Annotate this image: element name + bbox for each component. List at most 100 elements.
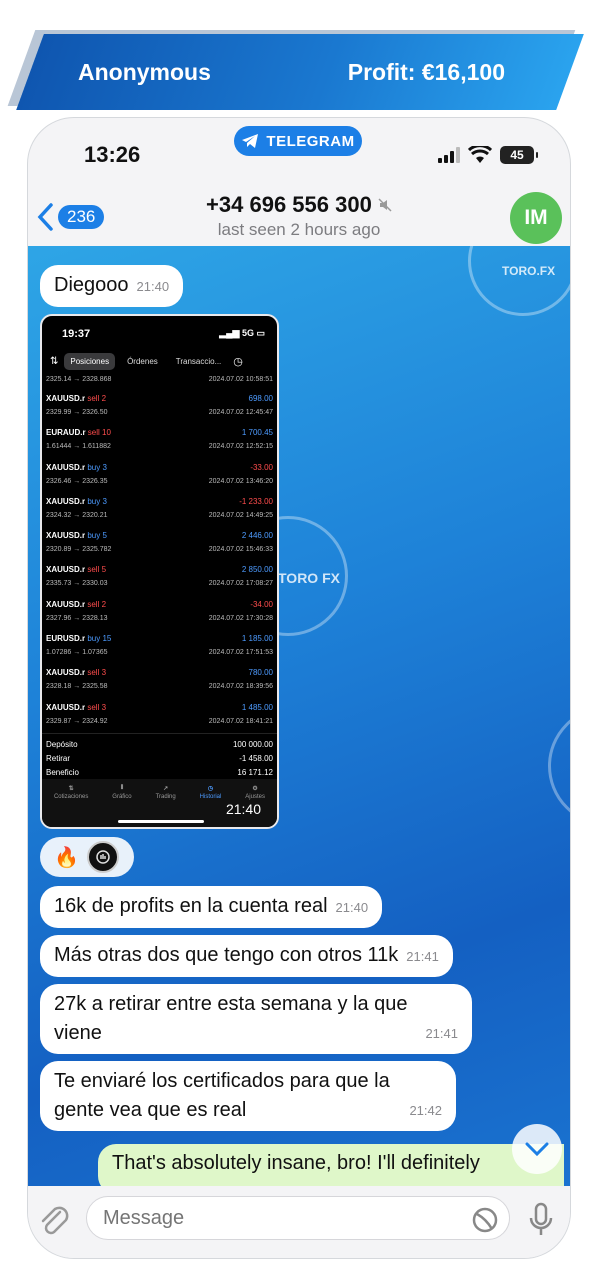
trade-profit: 2 446.00	[241, 531, 273, 541]
trade-prices: 2329.99 → 2326.50	[46, 409, 108, 416]
trade-profit: 2 850.00	[241, 565, 273, 575]
trade-prices: 2324.32 → 2320.21	[46, 511, 108, 519]
trade-date: 2024.07.02 17:51:53	[208, 649, 273, 657]
trade-prices: 2326.46 → 2326.35	[46, 477, 108, 485]
message-time: 21:41	[406, 949, 439, 964]
reactor-avatar	[86, 841, 119, 873]
trade-symbol: XAUUSD.r	[46, 702, 86, 712]
trade-profit: 1 485.00	[241, 702, 273, 712]
telegram-label: TELEGRAM	[266, 132, 355, 150]
battery-level: 45	[510, 148, 524, 162]
screenshot-tab: Transaccio...	[175, 356, 222, 366]
trade-date: 2024.07.02 18:39:56	[208, 683, 273, 691]
trade-side: sell 3	[87, 702, 107, 712]
watermark-logo: TORO.FX	[502, 264, 556, 278]
reactor-logo-icon	[96, 850, 110, 864]
sticker-button[interactable]	[472, 1207, 498, 1238]
wifi-icon	[468, 146, 492, 163]
reactions-bar[interactable]: 🔥	[40, 837, 134, 877]
trade-date: 2024.07.02 14:49:25	[208, 511, 273, 519]
muted-icon	[378, 198, 392, 212]
message-bubble[interactable]: 16k de profits en la cuenta real 21:40	[40, 886, 383, 928]
voice-record-button[interactable]	[528, 1202, 554, 1243]
status-time: 13:26	[84, 142, 141, 167]
telegram-pill[interactable]: TELEGRAM	[234, 126, 362, 156]
trade-profit: 1 700.45	[241, 428, 273, 438]
fire-reaction[interactable]: 🔥	[54, 845, 79, 870]
trade-side: sell 3	[87, 668, 107, 678]
paperclip-icon	[41, 1206, 69, 1235]
trade-profit: 1 185.00	[241, 634, 273, 644]
trade-side: sell 10	[87, 428, 111, 438]
trade-symbol: XAUUSD.r	[46, 668, 86, 678]
trade-profit: 780.00	[248, 668, 273, 678]
trade-side: buy 3	[87, 496, 107, 506]
trade-profit: -1 233.00	[239, 496, 273, 506]
chevron-down-icon	[525, 1142, 549, 1157]
microphone-icon	[529, 1202, 553, 1235]
message-time: 21:40	[335, 900, 369, 915]
watermark-ring	[548, 706, 570, 826]
message-text: 16k de profits en la cuenta real	[54, 895, 328, 917]
message-input[interactable]	[86, 1196, 510, 1240]
image-message[interactable]: 19:37 ▂▄▆ 5G ▭ ⇅ Posiciones Órdenes Tran…	[40, 314, 279, 829]
trade-row: XAUUSD.r buy 3 2326.46 → 2326.35 -33.00 202…	[42, 459, 277, 493]
trade-prices: 2329.87 → 2324.92	[46, 717, 108, 725]
trade-row: XAUUSD.r buy 3 2324.32 → 2320.21 -1 233.00…	[42, 493, 277, 527]
image-time: 21:40	[225, 801, 261, 817]
screenshot-tab: Posiciones	[64, 352, 116, 370]
contact-avatar[interactable]: IM	[510, 192, 562, 244]
screenshot-time: 19:37	[62, 328, 91, 340]
trade-side: sell 5	[87, 565, 107, 575]
trade-date: 2024.07.02 17:08:27	[208, 580, 273, 588]
trade-row: 2325.14 → 2328.868 2024.07.02 10:58:51	[46, 376, 273, 383]
contact-name[interactable]: +34 696 556 300	[28, 192, 570, 218]
message-time: 21:41	[425, 1026, 458, 1041]
outgoing-message[interactable]: That's absolutely insane, bro! I'll defi…	[98, 1144, 564, 1186]
profit-banner: Anonymous Profit: €16,100	[0, 34, 591, 110]
trade-prices: 1.07286 → 1.07365	[46, 649, 108, 657]
message-time: 21:40	[136, 279, 170, 294]
trade-row: EURUSD.r buy 15 1.07286 → 1.07365 1 185.00…	[42, 630, 277, 664]
composer-bar	[28, 1186, 570, 1258]
banner-name: Anonymous	[78, 58, 211, 85]
message-text: Más otras dos que tengo con otros 11k	[54, 944, 399, 966]
message-bubble[interactable]: 27k a retirar entre esta semana y la que…	[40, 984, 472, 1054]
attach-button[interactable]	[38, 1204, 72, 1245]
trade-prices: 1.61444 → 1.611882	[46, 443, 111, 451]
trade-symbol: XAUUSD.r	[46, 394, 86, 403]
home-indicator	[118, 820, 204, 823]
sort-icon: ⇅	[50, 355, 59, 367]
trade-row: XAUUSD.r sell 2 2329.99 → 2326.50 698.00 20…	[42, 390, 277, 424]
trade-row: XAUUSD.r sell 2 2327.96 → 2328.13 -34.00 20…	[42, 596, 277, 630]
status-bar: 13:26 TELEGRAM 45	[28, 118, 570, 182]
trade-symbol: XAUUSD.r	[46, 565, 86, 575]
trade-date: 2024.07.02 15:46:33	[208, 546, 273, 554]
trade-row: XAUUSD.r sell 5 2335.73 → 2330.03 2 850.00…	[42, 561, 277, 595]
trade-symbol: XAUUSD.r	[46, 531, 86, 541]
trade-date: 2024.07.02 17:30:28	[208, 614, 273, 622]
trade-prices: 2320.89 → 2325.782	[46, 546, 112, 554]
sticker-icon	[472, 1207, 498, 1233]
trade-symbol: XAUUSD.r	[46, 496, 86, 506]
screenshot-tab: Órdenes	[127, 356, 158, 366]
trade-date: 2024.07.02 12:52:15	[208, 443, 273, 451]
trade-list: XAUUSD.r sell 2 2329.99 → 2326.50 698.00 20…	[42, 390, 277, 733]
message-text: Diegooo	[54, 274, 129, 296]
trade-symbol: EURAUD.r	[46, 428, 86, 438]
trade-prices: 2328.18 → 2325.58	[46, 683, 108, 691]
contact-number: +34 696 556 300	[206, 192, 372, 217]
watermark-ring	[468, 246, 570, 316]
trade-date: 2024.07.02 12:45:47	[208, 409, 273, 416]
trade-prices: 2327.96 → 2328.13	[46, 614, 108, 622]
scroll-down-button[interactable]	[512, 1124, 562, 1174]
trade-profit: 698.00	[248, 394, 273, 403]
trade-side: sell 2	[87, 599, 107, 609]
message-bubble[interactable]: Te enviaré los certificados para que la …	[40, 1061, 456, 1131]
phone-frame: 13:26 TELEGRAM 45 236 +34 696 556 300 la…	[28, 118, 570, 1258]
chat-area[interactable]: TORO.FX TORO FX Diegooo 21:40 19:37 ▂▄▆ 5…	[28, 246, 570, 1186]
message-bubble[interactable]: Diegooo 21:40	[40, 265, 184, 307]
chat-header: 236 +34 696 556 300 last seen 2 hours ag…	[28, 182, 570, 246]
message-text: 27k a retirar entre esta semana y la que…	[54, 993, 408, 1044]
message-bubble[interactable]: Más otras dos que tengo con otros 11k 21:…	[40, 935, 453, 977]
